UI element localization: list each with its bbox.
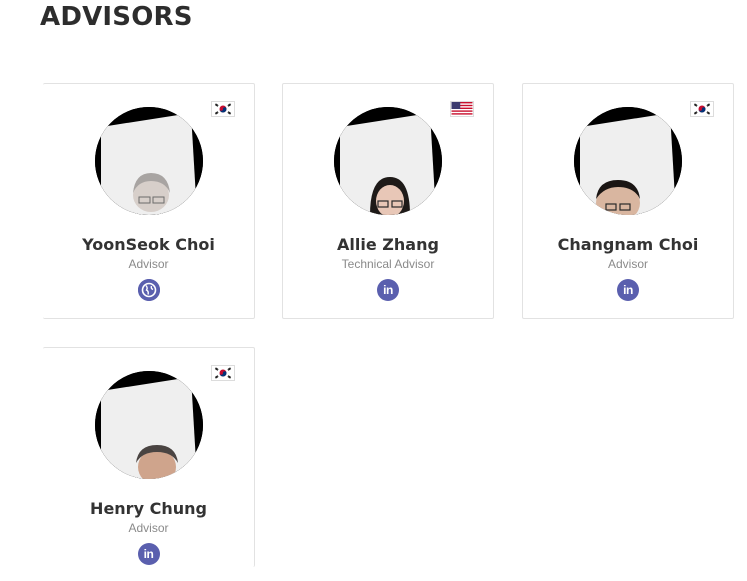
website-link-button[interactable] [137, 279, 160, 301]
south-korea-flag-icon [211, 365, 235, 381]
linkedin-icon: in [143, 547, 154, 561]
advisor-role: Advisor [128, 257, 169, 271]
advisor-role: Technical Advisor [341, 257, 435, 271]
section-title: ADVISORS [40, 2, 193, 32]
advisor-card: Henry Chung Advisor in [43, 347, 255, 567]
linkedin-icon: in [383, 283, 393, 297]
advisor-role: Advisor [607, 257, 648, 271]
advisor-photo [334, 107, 442, 215]
linkedin-icon: in [623, 283, 633, 297]
linkedin-link-button[interactable]: in [137, 543, 160, 565]
advisor-name: Changnam Choi [557, 235, 699, 254]
advisor-card: Allie Zhang Technical Advisor in [282, 83, 494, 319]
advisor-card: Changnam Choi Advisor in [522, 83, 734, 319]
advisor-name: YoonSeok Choi [82, 235, 215, 254]
advisor-photo [574, 107, 682, 215]
united-states-flag-icon [450, 101, 474, 117]
advisor-name: Allie Zhang [337, 235, 439, 254]
advisor-card: YoonSeok Choi Advisor [43, 83, 255, 319]
south-korea-flag-icon [211, 101, 235, 117]
advisor-photo [94, 107, 203, 215]
advisor-photo [94, 371, 203, 479]
linkedin-link-button[interactable]: in [377, 279, 399, 301]
advisor-role: Advisor [128, 521, 169, 535]
south-korea-flag-icon [690, 101, 714, 117]
linkedin-link-button[interactable]: in [617, 279, 639, 301]
advisor-name: Henry Chung [90, 499, 207, 518]
globe-icon [137, 279, 160, 301]
